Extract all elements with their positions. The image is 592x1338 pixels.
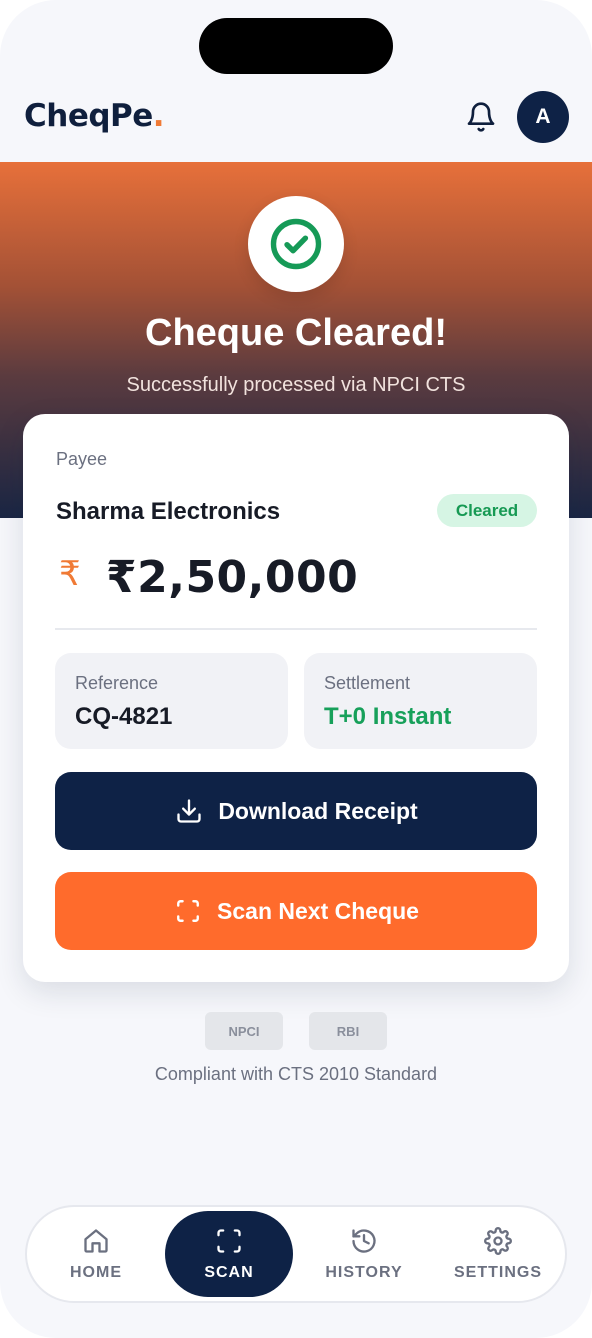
logo-text: CheqPe <box>24 98 153 134</box>
payee-label: Payee <box>56 449 108 469</box>
compliance-text: Compliant with CTS 2010 Standard <box>154 1064 438 1084</box>
reference-box: Reference CQ-4821 <box>55 653 288 749</box>
scan-next-cheque-label: Scan Next Cheque <box>217 897 419 924</box>
bell-icon[interactable] <box>462 98 500 136</box>
download-receipt-label: Download Receipt <box>218 797 418 824</box>
settlement-box: Settlement T+0 Instant <box>304 653 537 749</box>
nav-item-home[interactable]: HOME <box>31 1207 161 1301</box>
gear-icon <box>483 1226 513 1256</box>
transaction-card: Payee Sharma Electronics Cleared ₹ ₹2,50… <box>23 414 569 982</box>
scan-icon <box>173 896 203 926</box>
download-receipt-button[interactable]: Download Receipt <box>55 772 537 850</box>
nav-label-home: HOME <box>70 1264 122 1281</box>
nav-label-settings: SETTINGS <box>453 1264 542 1281</box>
camera-notch <box>199 18 393 74</box>
settlement-value: T+0 Instant <box>324 703 452 730</box>
app-logo[interactable]: CheqPe. <box>24 98 165 134</box>
nav-item-settings[interactable]: SETTINGS <box>433 1207 563 1301</box>
avatar[interactable]: A <box>517 91 569 143</box>
nav-item-scan[interactable]: SCAN <box>165 1211 293 1297</box>
amount-value: ₹2,50,000 <box>106 552 359 603</box>
nav-label-scan: SCAN <box>204 1264 254 1281</box>
page-subtitle: Successfully processed via NPCI CTS <box>126 374 466 396</box>
reference-label: Reference <box>75 673 159 693</box>
reference-value: CQ-4821 <box>75 703 173 730</box>
logo-dot: . <box>152 98 165 134</box>
bottom-nav: HOME SCAN HISTORY SETTINGS <box>25 1205 567 1303</box>
history-icon <box>349 1226 379 1256</box>
download-icon <box>174 796 204 826</box>
scan-next-cheque-button[interactable]: Scan Next Cheque <box>55 872 537 950</box>
payee-name: Sharma Electronics <box>56 498 281 525</box>
status-badge: Cleared <box>437 494 537 527</box>
nav-item-history[interactable]: HISTORY <box>299 1207 429 1301</box>
home-icon <box>81 1226 111 1256</box>
npci-badge: NPCI <box>205 1012 283 1050</box>
check-circle-icon <box>248 196 344 292</box>
page-title: Cheque Cleared! <box>145 312 447 354</box>
divider <box>55 628 537 630</box>
rupee-icon: ₹ <box>59 554 81 594</box>
phone-frame: CheqPe. A Cheque Cleared! Successfully p… <box>0 0 592 1338</box>
app-header: CheqPe. A <box>0 84 592 162</box>
scan-icon <box>214 1226 244 1256</box>
settlement-label: Settlement <box>324 673 411 693</box>
nav-label-history: HISTORY <box>325 1264 403 1281</box>
rbi-badge: RBI <box>309 1012 387 1050</box>
